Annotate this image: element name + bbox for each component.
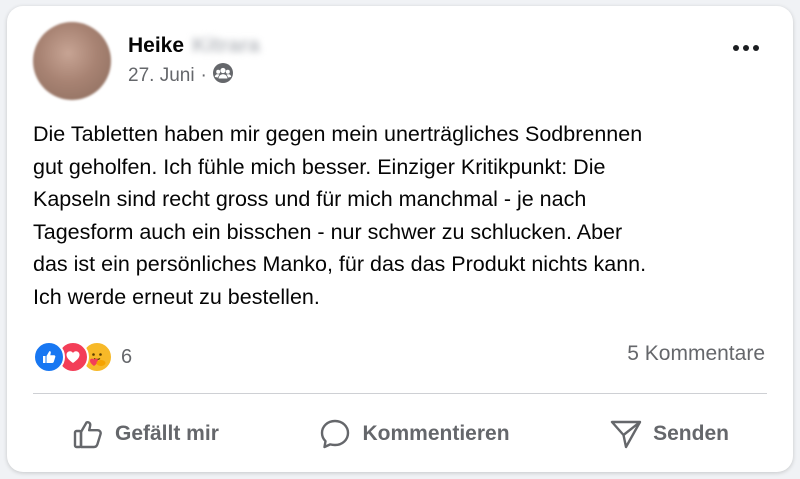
post-date[interactable]: 27. Juni (128, 65, 195, 87)
comment-button-label: Kommentieren (362, 422, 510, 445)
avatar[interactable] (33, 22, 111, 100)
comment-button[interactable]: Kommentieren (280, 409, 547, 459)
reaction-count: 6 (121, 345, 133, 368)
like-icon (33, 341, 65, 373)
comment-bubble-icon (318, 417, 352, 451)
meta-separator: · (200, 65, 207, 86)
author-row: Heike Kitrara (128, 32, 260, 60)
more-options-icon[interactable] (729, 36, 763, 60)
author-surname-blurred[interactable]: Kitrara (192, 34, 260, 58)
send-button[interactable]: Senden (571, 409, 767, 459)
friends-icon[interactable] (212, 62, 234, 90)
action-bar: Gefällt mir Kommentieren Senden (33, 404, 767, 464)
thumbs-up-icon (71, 417, 105, 451)
post-text: Die Tabletten haben mir gegen mein unert… (33, 122, 647, 309)
like-button-label: Gefällt mir (115, 422, 219, 445)
comments-count-link[interactable]: 5 Kommentare (627, 342, 765, 366)
dot (753, 45, 759, 51)
send-icon (609, 417, 643, 451)
like-button[interactable]: Gefällt mir (33, 409, 257, 459)
dot (733, 45, 739, 51)
post-meta: 27. Juni · (128, 62, 234, 90)
post-card: Heike Kitrara 27. Juni · Die Tabletten h… (7, 6, 793, 472)
divider (33, 393, 767, 394)
reactions-summary[interactable]: 6 (33, 340, 132, 374)
author-name[interactable]: Heike (128, 34, 184, 58)
send-button-label: Senden (653, 422, 729, 445)
dot (743, 45, 749, 51)
